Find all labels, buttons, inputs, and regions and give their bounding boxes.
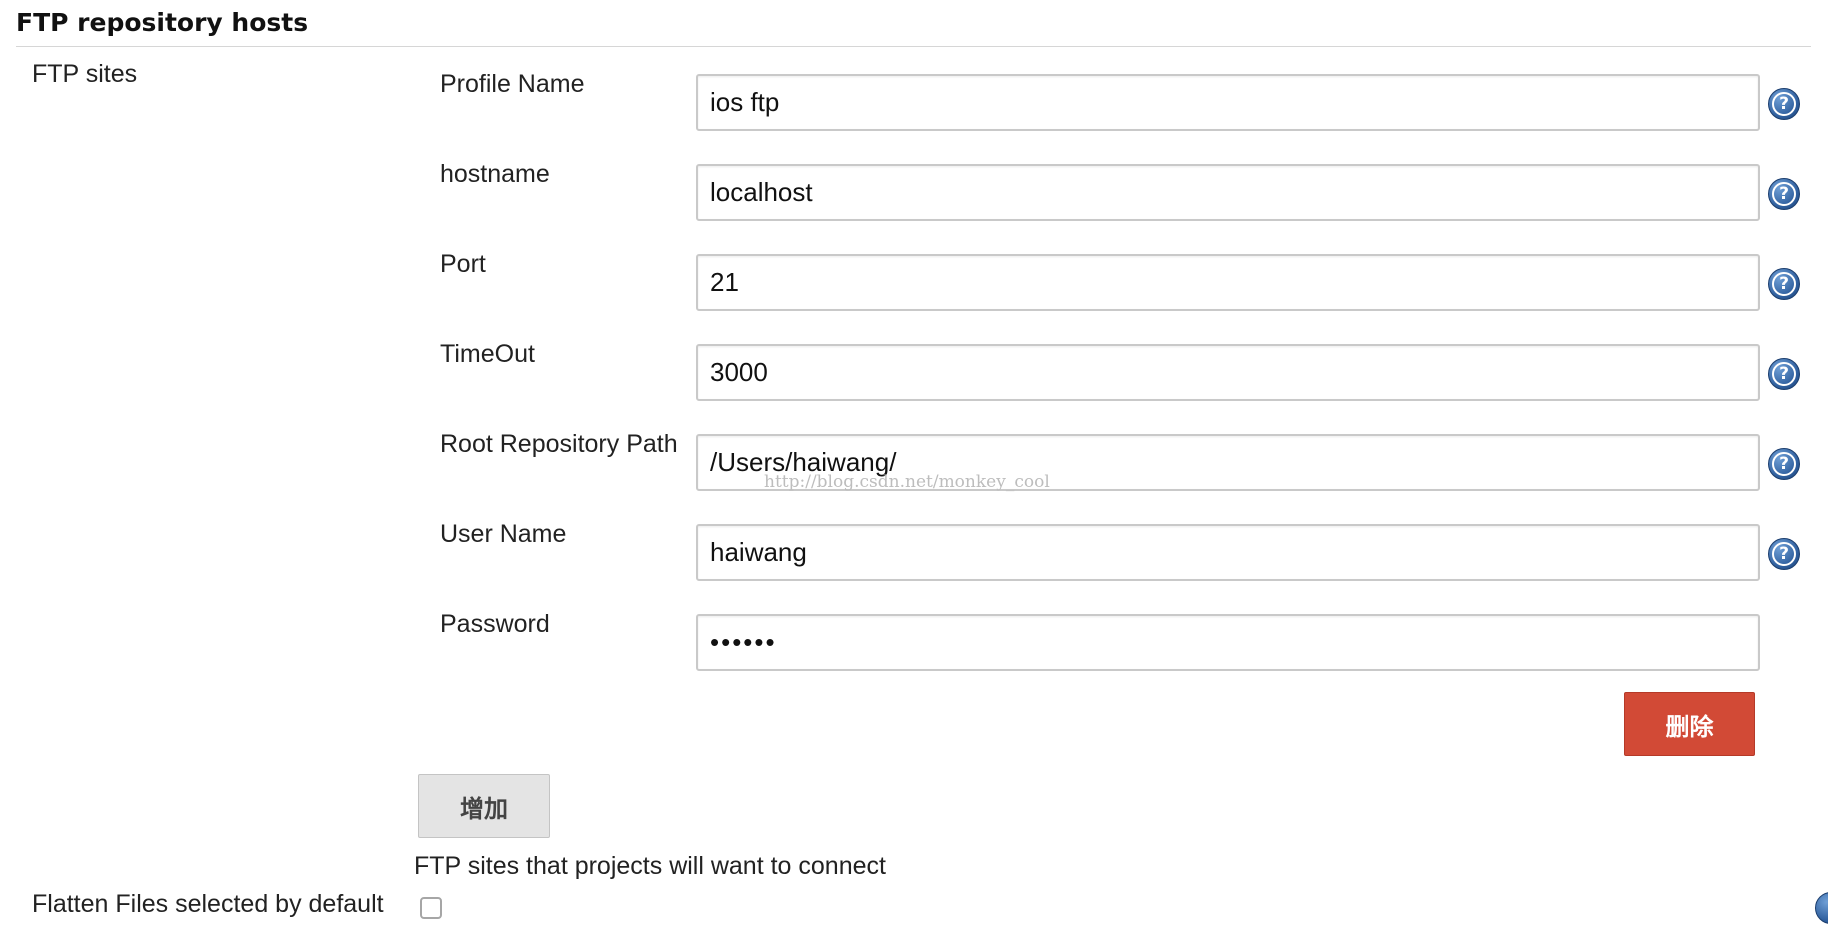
timeout-input[interactable]: [696, 344, 1760, 401]
help-icon[interactable]: ?: [1768, 268, 1800, 300]
profile-name-input[interactable]: [696, 74, 1760, 131]
help-icon[interactable]: ?: [1768, 538, 1800, 570]
help-icon[interactable]: ?: [1768, 178, 1800, 210]
help-icon[interactable]: ?: [1768, 88, 1800, 120]
password-input[interactable]: [696, 614, 1760, 671]
flatten-files-checkbox[interactable]: [420, 897, 442, 919]
flatten-files-label: Flatten Files selected by default: [32, 890, 384, 918]
profile-name-label: Profile Name: [440, 70, 585, 98]
root-repository-path-label: Root Repository Path: [440, 430, 678, 458]
question-mark-icon: ?: [1772, 452, 1796, 476]
password-label: Password: [440, 610, 550, 638]
question-mark-icon: ?: [1772, 182, 1796, 206]
question-mark-icon: ?: [1772, 272, 1796, 296]
section-divider: [16, 46, 1811, 47]
add-button[interactable]: 增加: [418, 774, 550, 838]
help-icon[interactable]: ?: [1768, 358, 1800, 390]
question-mark-icon: ?: [1772, 92, 1796, 116]
timeout-label: TimeOut: [440, 340, 535, 368]
delete-button[interactable]: 删除: [1624, 692, 1755, 756]
user-name-label: User Name: [440, 520, 567, 548]
help-icon[interactable]: [1815, 892, 1828, 924]
user-name-input[interactable]: [696, 524, 1760, 581]
root-repository-path-input[interactable]: [696, 434, 1760, 491]
question-mark-icon: ?: [1772, 362, 1796, 386]
port-input[interactable]: [696, 254, 1760, 311]
hostname-label: hostname: [440, 160, 550, 188]
ftp-sites-label: FTP sites: [32, 60, 138, 88]
section-title: FTP repository hosts: [16, 8, 309, 37]
question-mark-icon: ?: [1772, 542, 1796, 566]
port-label: Port: [440, 250, 486, 278]
hostname-input[interactable]: [696, 164, 1760, 221]
help-icon[interactable]: ?: [1768, 448, 1800, 480]
ftp-sites-description: FTP sites that projects will want to con…: [414, 852, 886, 880]
